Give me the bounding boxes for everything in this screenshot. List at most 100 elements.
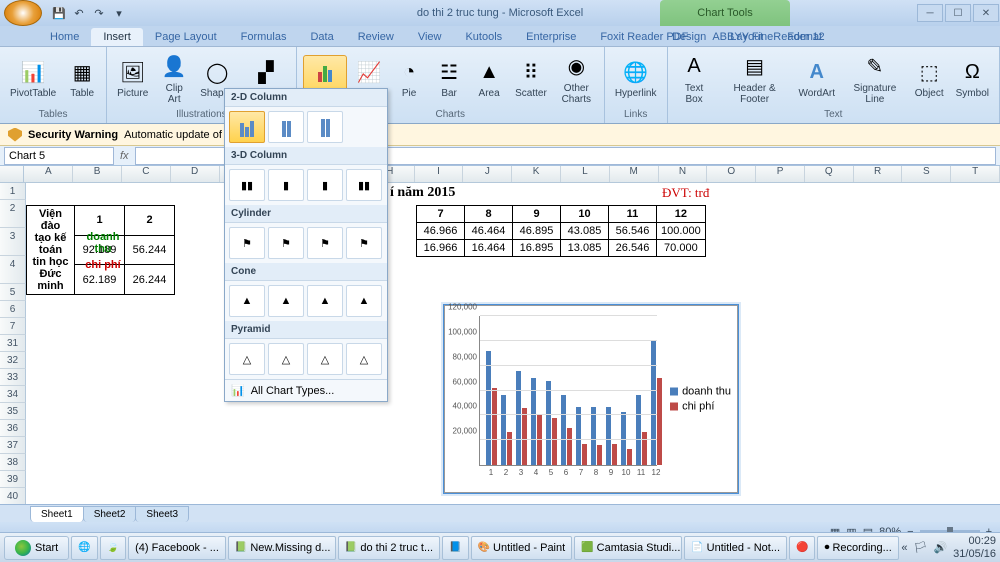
tab-view[interactable]: View (406, 28, 454, 46)
col-R[interactable]: R (854, 166, 903, 182)
area-chart-button[interactable]: ▲Area (471, 56, 507, 101)
sheet-tab-2[interactable]: Sheet2 (83, 506, 137, 522)
bar-doanh thu-3[interactable] (516, 371, 521, 465)
row-38[interactable]: 38 (0, 454, 26, 471)
taskbar-paint[interactable]: 🎨Untitled - Paint (471, 536, 573, 560)
pivottable-button[interactable]: 📊PivotTable (6, 56, 60, 101)
select-all-corner[interactable] (0, 166, 24, 182)
pyramid-3d[interactable]: △ (346, 343, 382, 375)
office-button[interactable] (4, 0, 42, 26)
sheet-tab-3[interactable]: Sheet3 (135, 506, 189, 522)
bar-chi phí-4[interactable] (537, 415, 542, 465)
cone-3d[interactable]: ▲ (346, 285, 382, 317)
row-4[interactable]: 4 (0, 256, 26, 284)
table-button[interactable]: ▦Table (64, 56, 100, 101)
start-button[interactable]: Start (4, 536, 69, 560)
minimize-button[interactable]: ─ (917, 4, 943, 22)
other-charts-button[interactable]: ◉Other Charts (555, 51, 598, 107)
sigline-button[interactable]: ✎Signature Line (843, 51, 907, 107)
stacked-column-3d[interactable]: ▮ (268, 169, 304, 201)
col-K[interactable]: K (512, 166, 561, 182)
restore-button[interactable]: ☐ (945, 4, 971, 22)
tab-enterprise[interactable]: Enterprise (514, 28, 588, 46)
bar-chi phí-6[interactable] (567, 428, 572, 465)
tab-home[interactable]: Home (38, 28, 91, 46)
spreadsheet-grid[interactable]: A B C D E F G H I J K L M N O P Q R S T … (0, 166, 1000, 504)
system-tray[interactable]: « 🏳 🔊 00:29 31/05/16 (901, 535, 996, 559)
all-chart-types[interactable]: 📊 All Chart Types... (225, 379, 387, 401)
col-I[interactable]: I (415, 166, 464, 182)
bar-chi phí-7[interactable] (582, 444, 587, 465)
bar-doanh thu-12[interactable] (651, 341, 656, 465)
row-33[interactable]: 33 (0, 369, 26, 386)
clipart-button[interactable]: 👤Clip Art (156, 51, 192, 107)
picture-button[interactable]: 🖼Picture (113, 56, 152, 101)
tab-kutools[interactable]: Kutools (453, 28, 514, 46)
bar-doanh thu-4[interactable] (531, 378, 536, 465)
taskbar-coccoc[interactable]: 🍃 (100, 536, 126, 560)
row-37[interactable]: 37 (0, 437, 26, 454)
col-M[interactable]: M (610, 166, 659, 182)
tray-volume-icon[interactable]: 🔊 (933, 541, 947, 554)
taskbar-camtasia[interactable]: 🟩Camtasia Studi... (574, 536, 682, 560)
fx-icon[interactable]: fx (120, 150, 129, 162)
row-35[interactable]: 35 (0, 403, 26, 420)
col-S[interactable]: S (902, 166, 951, 182)
taskbar-excel1[interactable]: 📗New.Missing d... (228, 536, 336, 560)
clustered-cylinder[interactable]: ⚑ (229, 227, 265, 259)
col-O[interactable]: O (707, 166, 756, 182)
bar-doanh thu-2[interactable] (501, 395, 506, 465)
bar-doanh thu-6[interactable] (561, 395, 566, 465)
tab-format[interactable]: Format (775, 28, 834, 46)
col-D[interactable]: D (171, 166, 220, 182)
stacked-cylinder[interactable]: ⚑ (268, 227, 304, 259)
chart-legend[interactable]: doanh thu chi phí (670, 383, 731, 416)
qat-dropdown-icon[interactable]: ▾ (110, 4, 128, 22)
close-button[interactable]: ✕ (973, 4, 999, 22)
row-40[interactable]: 40 (0, 488, 26, 504)
bar-chi phí-11[interactable] (642, 432, 647, 465)
bar-doanh thu-5[interactable] (546, 381, 551, 465)
col-A[interactable]: A (24, 166, 73, 182)
clock[interactable]: 00:29 31/05/16 (953, 535, 996, 559)
wordart-button[interactable]: AWordArt (795, 56, 840, 101)
row-3[interactable]: 3 (0, 228, 26, 256)
bar-chi phí-12[interactable] (657, 378, 662, 465)
bar-chi phí-2[interactable] (507, 432, 512, 465)
col-B[interactable]: B (73, 166, 122, 182)
scatter-chart-button[interactable]: ⠿Scatter (511, 56, 551, 101)
name-box[interactable]: Chart 5 (4, 147, 114, 165)
bar-doanh thu-1[interactable] (486, 351, 491, 465)
redo-icon[interactable]: ↷ (90, 4, 108, 22)
col-L[interactable]: L (561, 166, 610, 182)
bar-doanh thu-8[interactable] (591, 407, 596, 465)
taskbar-app[interactable]: 🔴 (789, 536, 815, 560)
tab-data[interactable]: Data (298, 28, 345, 46)
row-2[interactable]: 2 (0, 200, 26, 228)
clustered-column-2d[interactable] (229, 111, 265, 143)
col-T[interactable]: T (951, 166, 1000, 182)
stacked-cone[interactable]: ▲ (268, 285, 304, 317)
cylinder-3d[interactable]: ⚑ (346, 227, 382, 259)
clustered-column-3d[interactable]: ▮▮ (229, 169, 265, 201)
row-39[interactable]: 39 (0, 471, 26, 488)
tab-formulas[interactable]: Formulas (229, 28, 299, 46)
tab-layout[interactable]: Layout (718, 28, 775, 46)
bar-doanh thu-11[interactable] (636, 395, 641, 465)
clustered-pyramid[interactable]: △ (229, 343, 265, 375)
clustered-cone[interactable]: ▲ (229, 285, 265, 317)
bar-chi phí-10[interactable] (627, 449, 632, 465)
tray-expand-icon[interactable]: « (901, 542, 907, 554)
row-6[interactable]: 6 (0, 301, 26, 318)
undo-icon[interactable]: ↶ (70, 4, 88, 22)
symbol-button[interactable]: ΩSymbol (952, 56, 993, 101)
bar-chi phí-1[interactable] (492, 388, 497, 465)
taskbar-notepad[interactable]: 📄Untitled - Not... (684, 536, 787, 560)
row-7[interactable]: 7 (0, 318, 26, 335)
stacked100-cylinder[interactable]: ⚑ (307, 227, 343, 259)
chart-plot-area[interactable]: 12345678910111220,00040,00060,00080,0001… (479, 316, 657, 466)
cells-area[interactable]: í năm 2015 ĐVT: trđ Viện đào tạo kế toán… (26, 183, 1000, 504)
stacked100-pyramid[interactable]: △ (307, 343, 343, 375)
bar-chart-button[interactable]: ☳Bar (431, 56, 467, 101)
row-31[interactable]: 31 (0, 335, 26, 352)
